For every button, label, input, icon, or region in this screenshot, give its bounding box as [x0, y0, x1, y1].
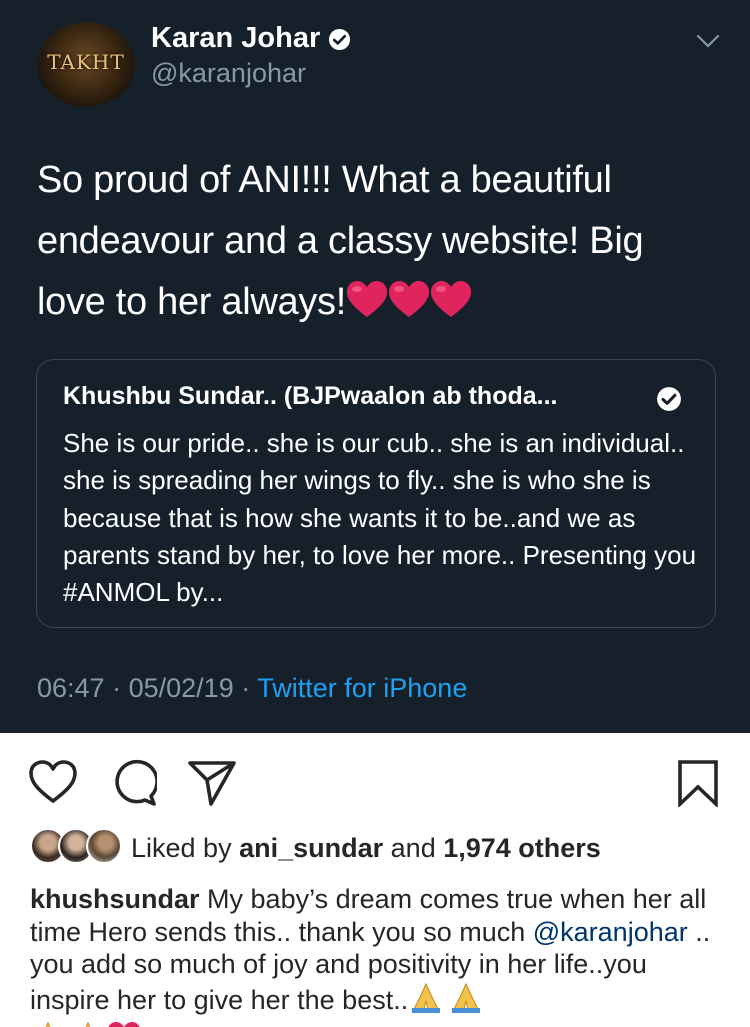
- folded-hands-emoji: [408, 981, 484, 1021]
- red-heart-emoji-group: [346, 278, 472, 339]
- post-action-bar: [0, 733, 750, 833]
- caption-mention-link[interactable]: @karanjohar: [533, 917, 688, 947]
- quoted-tweet[interactable]: Khushbu Sundar.. (BJPwaalon ab thoda... …: [36, 359, 716, 628]
- caption-username[interactable]: khushsundar: [30, 884, 200, 914]
- bookmark-icon[interactable]: [677, 759, 719, 807]
- comment-icon[interactable]: [109, 759, 157, 807]
- others-count-link[interactable]: 1,974 others: [443, 833, 601, 863]
- share-icon[interactable]: [187, 758, 237, 808]
- liked-by-text: Liked by ani_sundar and 1,974 others: [131, 833, 601, 864]
- avatar-logo-text: TAKHT: [47, 50, 125, 74]
- red-heart-emoji: [106, 1020, 142, 1027]
- author-handle[interactable]: @karanjohar: [151, 58, 306, 89]
- tweet-card: · · · · · TAKHT Karan Johar @karanjohar …: [0, 0, 750, 733]
- tweet-text: So proud of ANI!!! What a beautiful ende…: [37, 150, 697, 339]
- avatar[interactable]: [86, 828, 122, 864]
- meta-separator: ·: [112, 673, 122, 703]
- folded-hands-emoji: [30, 1020, 106, 1027]
- heart-icon[interactable]: [28, 759, 78, 805]
- quoted-author-name: Khushbu Sundar.. (BJPwaalon ab thoda...: [63, 382, 558, 410]
- tweet-body: So proud of ANI!!! What a beautiful ende…: [37, 159, 644, 323]
- liked-by-prefix: Liked by: [131, 833, 232, 863]
- liked-by-user-link[interactable]: ani_sundar: [239, 833, 383, 863]
- post-caption: khushsundar My baby’s dream comes true w…: [30, 883, 730, 1027]
- chevron-down-icon[interactable]: [695, 32, 721, 50]
- liked-by-and: and: [390, 833, 436, 863]
- verified-icon: [328, 28, 351, 51]
- tweet-date: 05/02/19: [128, 673, 234, 703]
- quoted-tweet-text: She is our pride.. she is our cub.. she …: [63, 428, 697, 608]
- avatar-decoration: · · · · ·: [68, 34, 104, 40]
- tweet-meta: 06:47 · 05/02/19 · Twitter for iPhone: [37, 673, 467, 704]
- likes-row[interactable]: Liked by ani_sundar and 1,974 others: [30, 828, 730, 868]
- tweet-source-link[interactable]: Twitter for iPhone: [257, 673, 467, 703]
- author-name[interactable]: Karan Johar: [151, 22, 320, 55]
- verified-icon: [657, 387, 681, 411]
- meta-separator: ·: [241, 673, 251, 703]
- author-avatar[interactable]: · · · · · TAKHT: [37, 22, 135, 107]
- tweet-time: 06:47: [37, 673, 105, 703]
